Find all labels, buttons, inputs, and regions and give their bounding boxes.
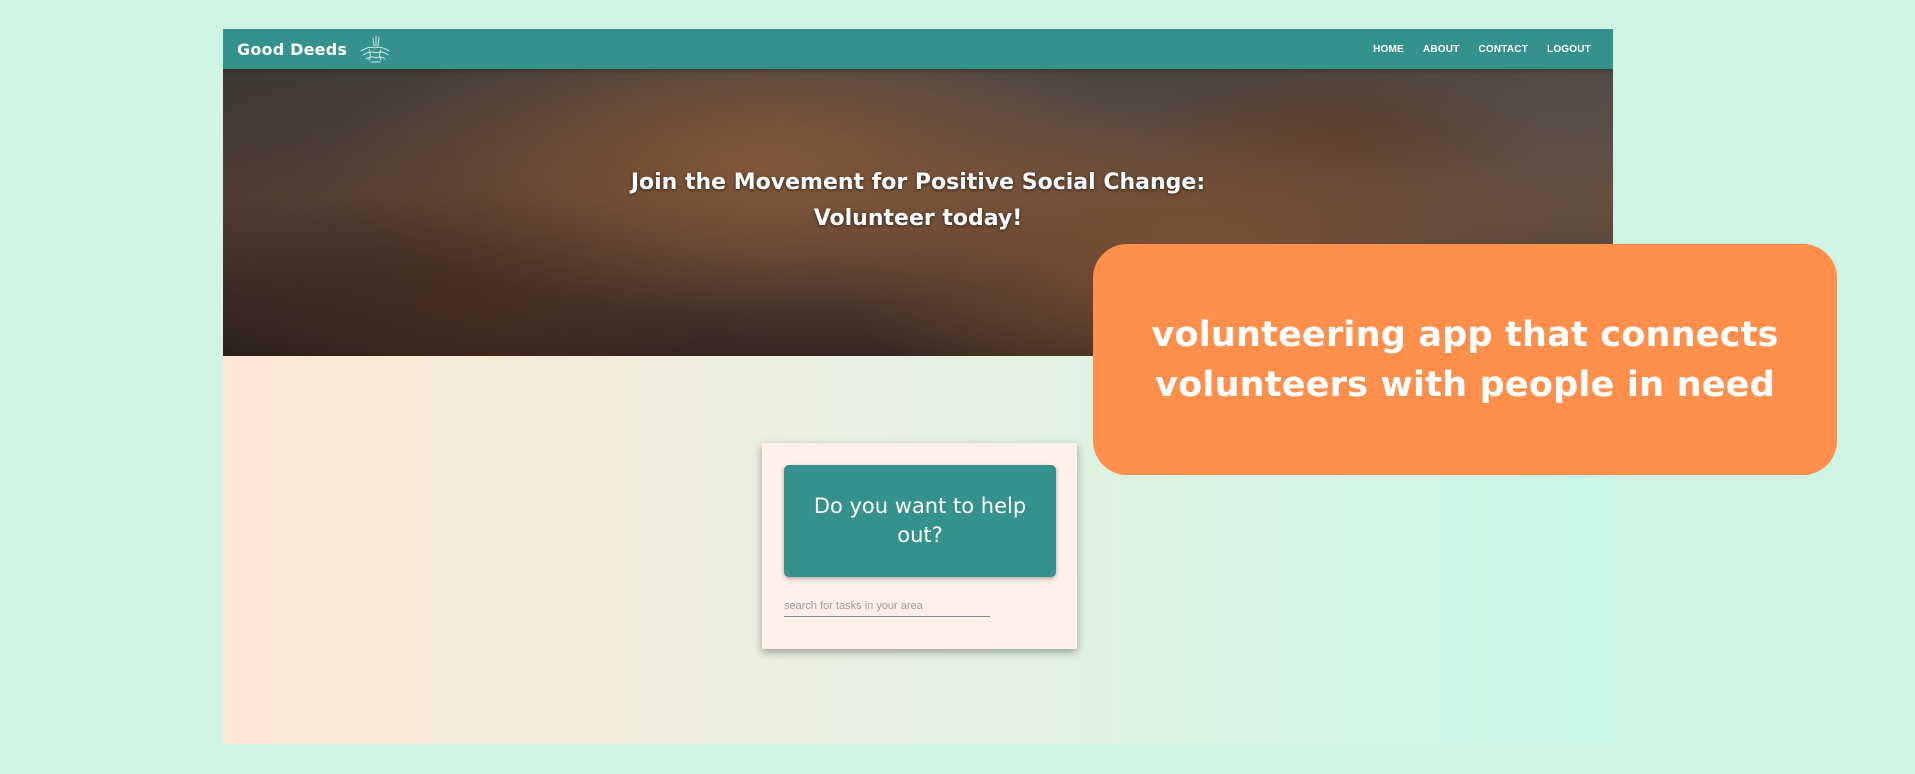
nav-about-link[interactable]: ABOUT xyxy=(1423,44,1460,55)
hero-title: Join the Movement for Positive Social Ch… xyxy=(223,165,1613,237)
helping-hands-icon xyxy=(359,34,391,64)
callout-line-1: volunteering app that connects xyxy=(1151,314,1779,355)
feature-callout: volunteering app that connects volunteer… xyxy=(1093,244,1837,475)
nav-logout-link[interactable]: LOGOUT xyxy=(1547,44,1591,55)
help-out-button[interactable]: Do you want to help out? xyxy=(784,465,1056,577)
hero-title-line-2: Volunteer today! xyxy=(813,206,1023,231)
task-search-input[interactable] xyxy=(784,596,990,617)
callout-text: volunteering app that connects volunteer… xyxy=(1151,310,1778,410)
brand-link[interactable]: Good Deeds xyxy=(237,29,391,69)
help-card: Do you want to help out? xyxy=(762,443,1077,649)
nav-links: HOME ABOUT CONTACT LOGOUT xyxy=(1373,29,1591,69)
brand-name: Good Deeds xyxy=(237,39,348,59)
navbar: Good Deeds HOME ABOUT CONTACT LOGOUT xyxy=(223,29,1613,69)
nav-contact-link[interactable]: CONTACT xyxy=(1478,44,1528,55)
nav-home-link[interactable]: HOME xyxy=(1373,44,1404,55)
callout-line-2: volunteers with people in need xyxy=(1155,364,1775,405)
hero-title-line-1: Join the Movement for Positive Social Ch… xyxy=(630,170,1206,195)
